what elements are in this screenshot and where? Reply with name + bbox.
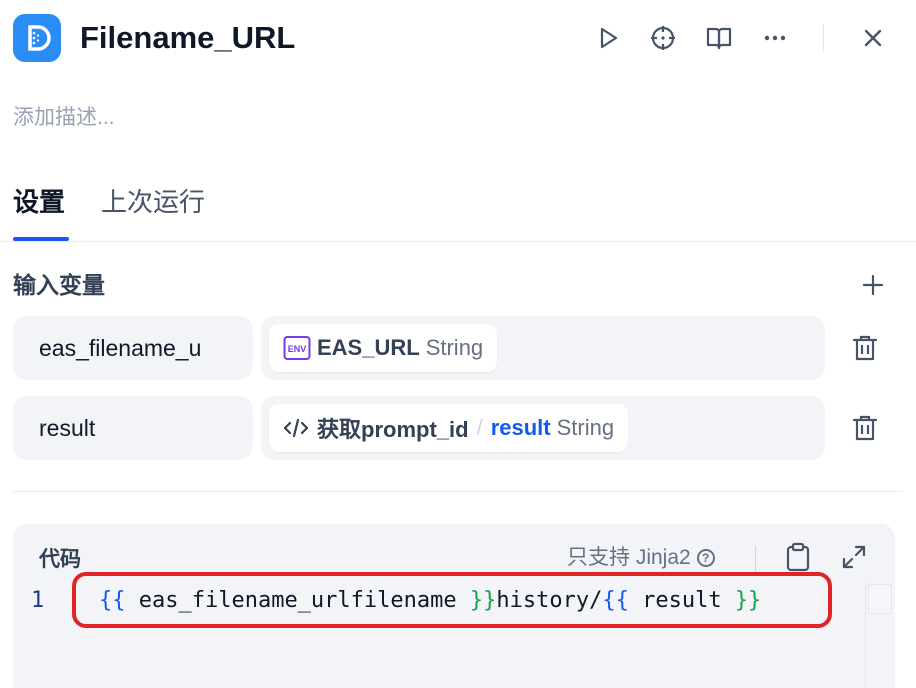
code-token-variable: result [628, 588, 735, 613]
variable-chip[interactable]: ENV EAS_URL String [269, 324, 498, 372]
variable-name-input[interactable]: result [13, 396, 253, 460]
clipboard-icon [786, 542, 810, 572]
header-divider [823, 24, 824, 52]
tab-last-run[interactable]: 上次运行 [101, 185, 205, 219]
jinja-note: 只支持 Jinja2 ? [567, 544, 715, 572]
play-icon [600, 27, 618, 49]
help-icon[interactable]: ? [696, 549, 715, 567]
locate-button[interactable] [645, 20, 681, 56]
code-editor[interactable]: 1 {{ eas_filename_urlfilename }}history/… [13, 582, 895, 688]
copy-button[interactable] [781, 540, 815, 574]
section-divider [13, 491, 903, 492]
code-panel: 代码 只支持 Jinja2 ? 1 {{ eas_filename_urlfil… [13, 524, 895, 688]
trash-icon [852, 335, 878, 361]
run-button[interactable] [590, 20, 626, 56]
tabs-divider [0, 241, 916, 242]
delete-variable-button[interactable] [848, 331, 882, 365]
book-icon [706, 27, 732, 50]
expand-icon [842, 545, 866, 569]
scrollbar-thumb[interactable] [868, 584, 892, 614]
docs-button[interactable] [701, 20, 737, 56]
code-token-open: {{ [602, 588, 629, 613]
more-icon [764, 35, 786, 41]
trash-icon [852, 415, 878, 441]
code-token-variable: eas_filename_urlfilename [125, 588, 470, 613]
code-token-text: history/ [496, 588, 603, 613]
tab-settings[interactable]: 设置 [13, 185, 65, 219]
add-variable-button[interactable] [856, 268, 890, 302]
line-number: 1 [31, 588, 45, 613]
delete-variable-button[interactable] [848, 411, 882, 445]
variable-value-selector[interactable]: 获取prompt_id / result String [261, 396, 825, 460]
close-icon [864, 29, 882, 47]
variable-chip[interactable]: 获取prompt_id / result String [269, 404, 629, 452]
description-input[interactable]: 添加描述... [13, 104, 115, 132]
variable-chip-separator: / [476, 415, 483, 440]
code-token-close: }} [469, 588, 497, 613]
more-button[interactable] [757, 20, 793, 56]
variable-chip-label: result [490, 415, 551, 440]
variable-chip-label: EAS_URL [317, 335, 420, 360]
variable-chip-node: 获取prompt_id [317, 417, 469, 442]
jinja-note-text: 只支持 Jinja2 [567, 546, 691, 569]
env-icon: ENV [283, 336, 311, 360]
variable-type: String [556, 415, 615, 440]
expand-button[interactable] [837, 540, 871, 574]
app-node-icon [13, 14, 61, 62]
code-toolbar-divider [755, 546, 756, 572]
variable-value-selector[interactable]: ENV EAS_URL String [261, 316, 825, 380]
plus-icon [862, 274, 884, 296]
variable-type: String [425, 335, 484, 360]
crosshair-icon [651, 26, 675, 50]
variable-name-input[interactable]: eas_filename_u [13, 316, 253, 380]
code-title: 代码 [39, 548, 81, 571]
code-line[interactable]: {{ eas_filename_urlfilename }}history/{{… [99, 586, 761, 616]
editor-scrollbar[interactable] [865, 582, 895, 688]
node-title[interactable]: Filename_URL [80, 18, 295, 58]
code-icon [283, 418, 309, 438]
code-token-open: {{ [99, 588, 126, 613]
svg-text:ENV: ENV [288, 344, 307, 354]
close-button[interactable] [855, 20, 891, 56]
input-variables-title: 输入变量 [13, 272, 105, 298]
code-token-close: }} [734, 588, 762, 613]
